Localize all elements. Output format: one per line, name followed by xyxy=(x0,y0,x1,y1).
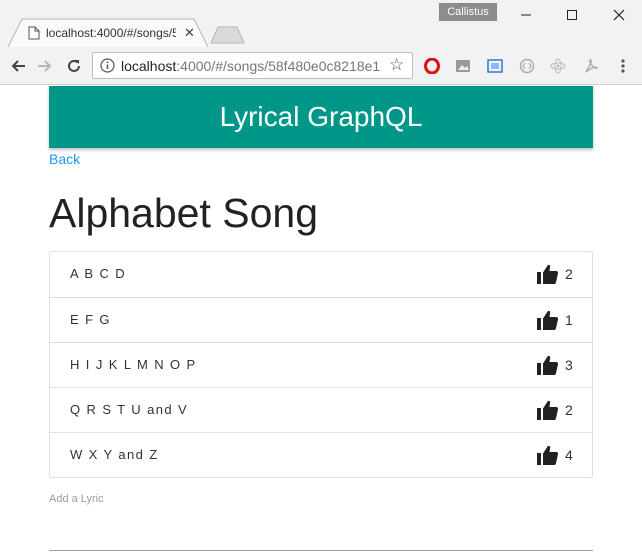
thumb-up-icon[interactable] xyxy=(536,263,559,285)
song-title: Alphabet Song xyxy=(49,190,319,236)
menu-icon[interactable] xyxy=(614,57,632,75)
reload-icon[interactable] xyxy=(65,57,83,75)
like-count: 3 xyxy=(565,357,573,373)
browser-titlebar: localhost:4000/#/songs/58f480e0c8218e1c … xyxy=(0,0,642,49)
lyric-text: W X Y and Z xyxy=(70,447,159,462)
circle-icon[interactable] xyxy=(518,57,536,75)
url-path: :4000/#/songs/58f480e0c8218e1c xyxy=(176,58,381,74)
opera-icon[interactable] xyxy=(423,57,441,75)
maximize-icon[interactable] xyxy=(549,0,595,30)
page-content: Lyrical GraphQL Back Alphabet Song A B C… xyxy=(0,86,642,555)
page-icon xyxy=(28,26,40,45)
atom-icon[interactable] xyxy=(549,57,567,75)
info-icon[interactable] xyxy=(100,58,115,78)
lyric-item: Q R S T U and V 2 xyxy=(50,387,592,432)
profile-badge[interactable]: Callistus xyxy=(439,3,497,21)
new-tab-button[interactable] xyxy=(210,26,246,49)
url-text[interactable]: localhost:4000/#/songs/58f480e0c8218e1c xyxy=(121,58,381,74)
thumb-up-icon[interactable] xyxy=(536,444,559,466)
thumb-up-icon[interactable] xyxy=(536,354,559,376)
like-count: 4 xyxy=(565,447,573,463)
lyric-text: A B C D xyxy=(70,266,127,281)
thumb-up-icon[interactable] xyxy=(536,309,559,331)
like-count: 2 xyxy=(565,266,573,282)
lyric-item: A B C D 2 xyxy=(50,252,592,297)
browser-tab[interactable]: localhost:4000/#/songs/58f480e0c8218e1c … xyxy=(8,18,208,48)
browser-toolbar: localhost:4000/#/songs/58f480e0c8218e1c … xyxy=(0,47,642,85)
forward-arrow-icon[interactable] xyxy=(36,57,54,75)
lyric-item: E F G 1 xyxy=(50,297,592,342)
star-icon[interactable]: ☆ xyxy=(389,56,404,74)
app-header: Lyrical GraphQL xyxy=(49,86,593,148)
pdf-icon[interactable] xyxy=(582,57,600,75)
address-bar[interactable]: localhost:4000/#/songs/58f480e0c8218e1c … xyxy=(92,52,413,79)
back-link[interactable]: Back xyxy=(49,151,80,167)
like-count: 1 xyxy=(565,312,573,328)
add-lyric-label: Add a Lyric xyxy=(49,493,104,505)
thumb-up-icon[interactable] xyxy=(536,399,559,421)
like-count: 2 xyxy=(565,402,573,418)
image-icon[interactable] xyxy=(454,57,472,75)
lyric-list: A B C D 2 E F G 1 H I J K L M N O P 3 Q R S T … xyxy=(49,251,593,478)
lyric-text: E F G xyxy=(70,312,111,327)
add-lyric-input[interactable] xyxy=(49,506,593,551)
tab-title: localhost:4000/#/songs/58f480e0c8218e1c xyxy=(46,26,176,40)
lyric-text: Q R S T U and V xyxy=(70,402,189,417)
tab-close-icon[interactable]: ✕ xyxy=(184,25,195,41)
lyric-item: H I J K L M N O P 3 xyxy=(50,342,592,387)
capture-icon[interactable] xyxy=(486,57,504,75)
minimize-icon[interactable] xyxy=(503,0,549,30)
url-host: localhost xyxy=(121,58,177,74)
close-icon[interactable] xyxy=(596,0,642,30)
lyric-item: W X Y and Z 4 xyxy=(50,432,592,477)
lyric-text: H I J K L M N O P xyxy=(70,357,197,372)
back-arrow-icon[interactable] xyxy=(9,57,27,75)
app-title[interactable]: Lyrical GraphQL xyxy=(49,86,593,148)
